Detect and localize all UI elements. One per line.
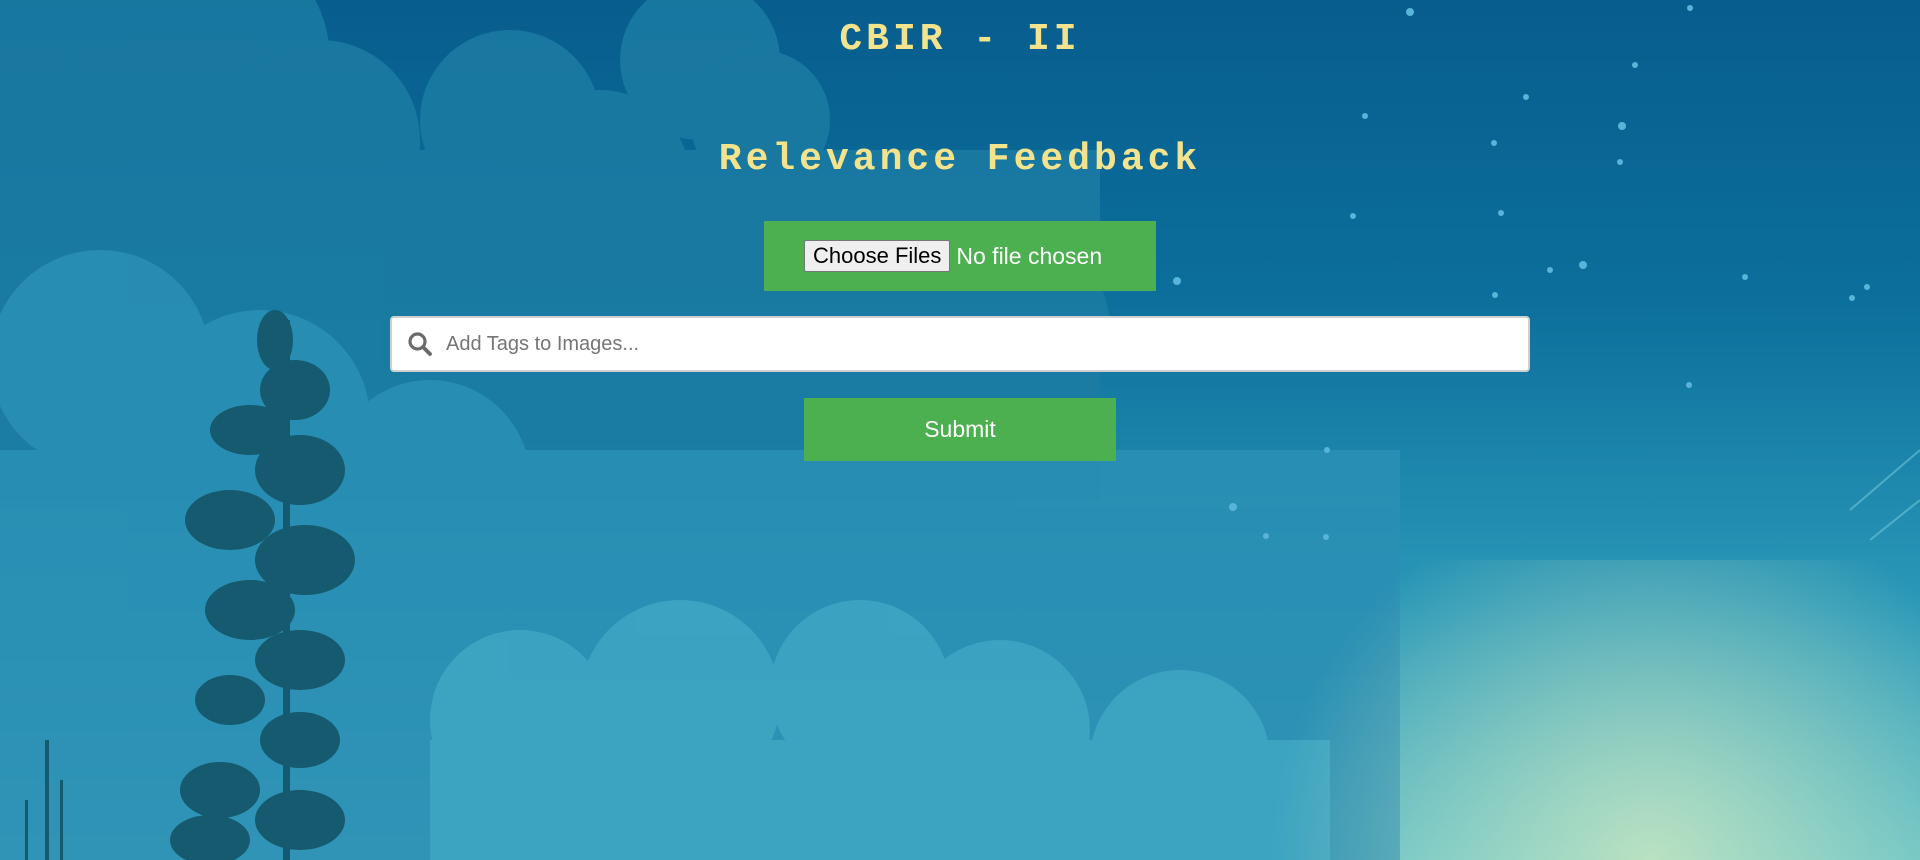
tag-input[interactable] (444, 317, 1528, 371)
search-icon (406, 330, 434, 358)
page-root: CBIR - II Relevance Feedback Choose File… (0, 0, 1920, 860)
file-status-text: No file chosen (956, 242, 1103, 269)
choose-files-button[interactable]: Choose Files (804, 240, 951, 272)
file-upload-panel: Choose Files No file chosen (764, 221, 1156, 291)
horizon-glow (1200, 560, 1920, 860)
light-streaks (1849, 449, 1920, 541)
submit-button[interactable]: Submit (804, 398, 1116, 461)
page-title: CBIR - II (839, 18, 1081, 61)
page-subtitle: Relevance Feedback (718, 138, 1202, 181)
tag-search-bar (390, 316, 1530, 372)
